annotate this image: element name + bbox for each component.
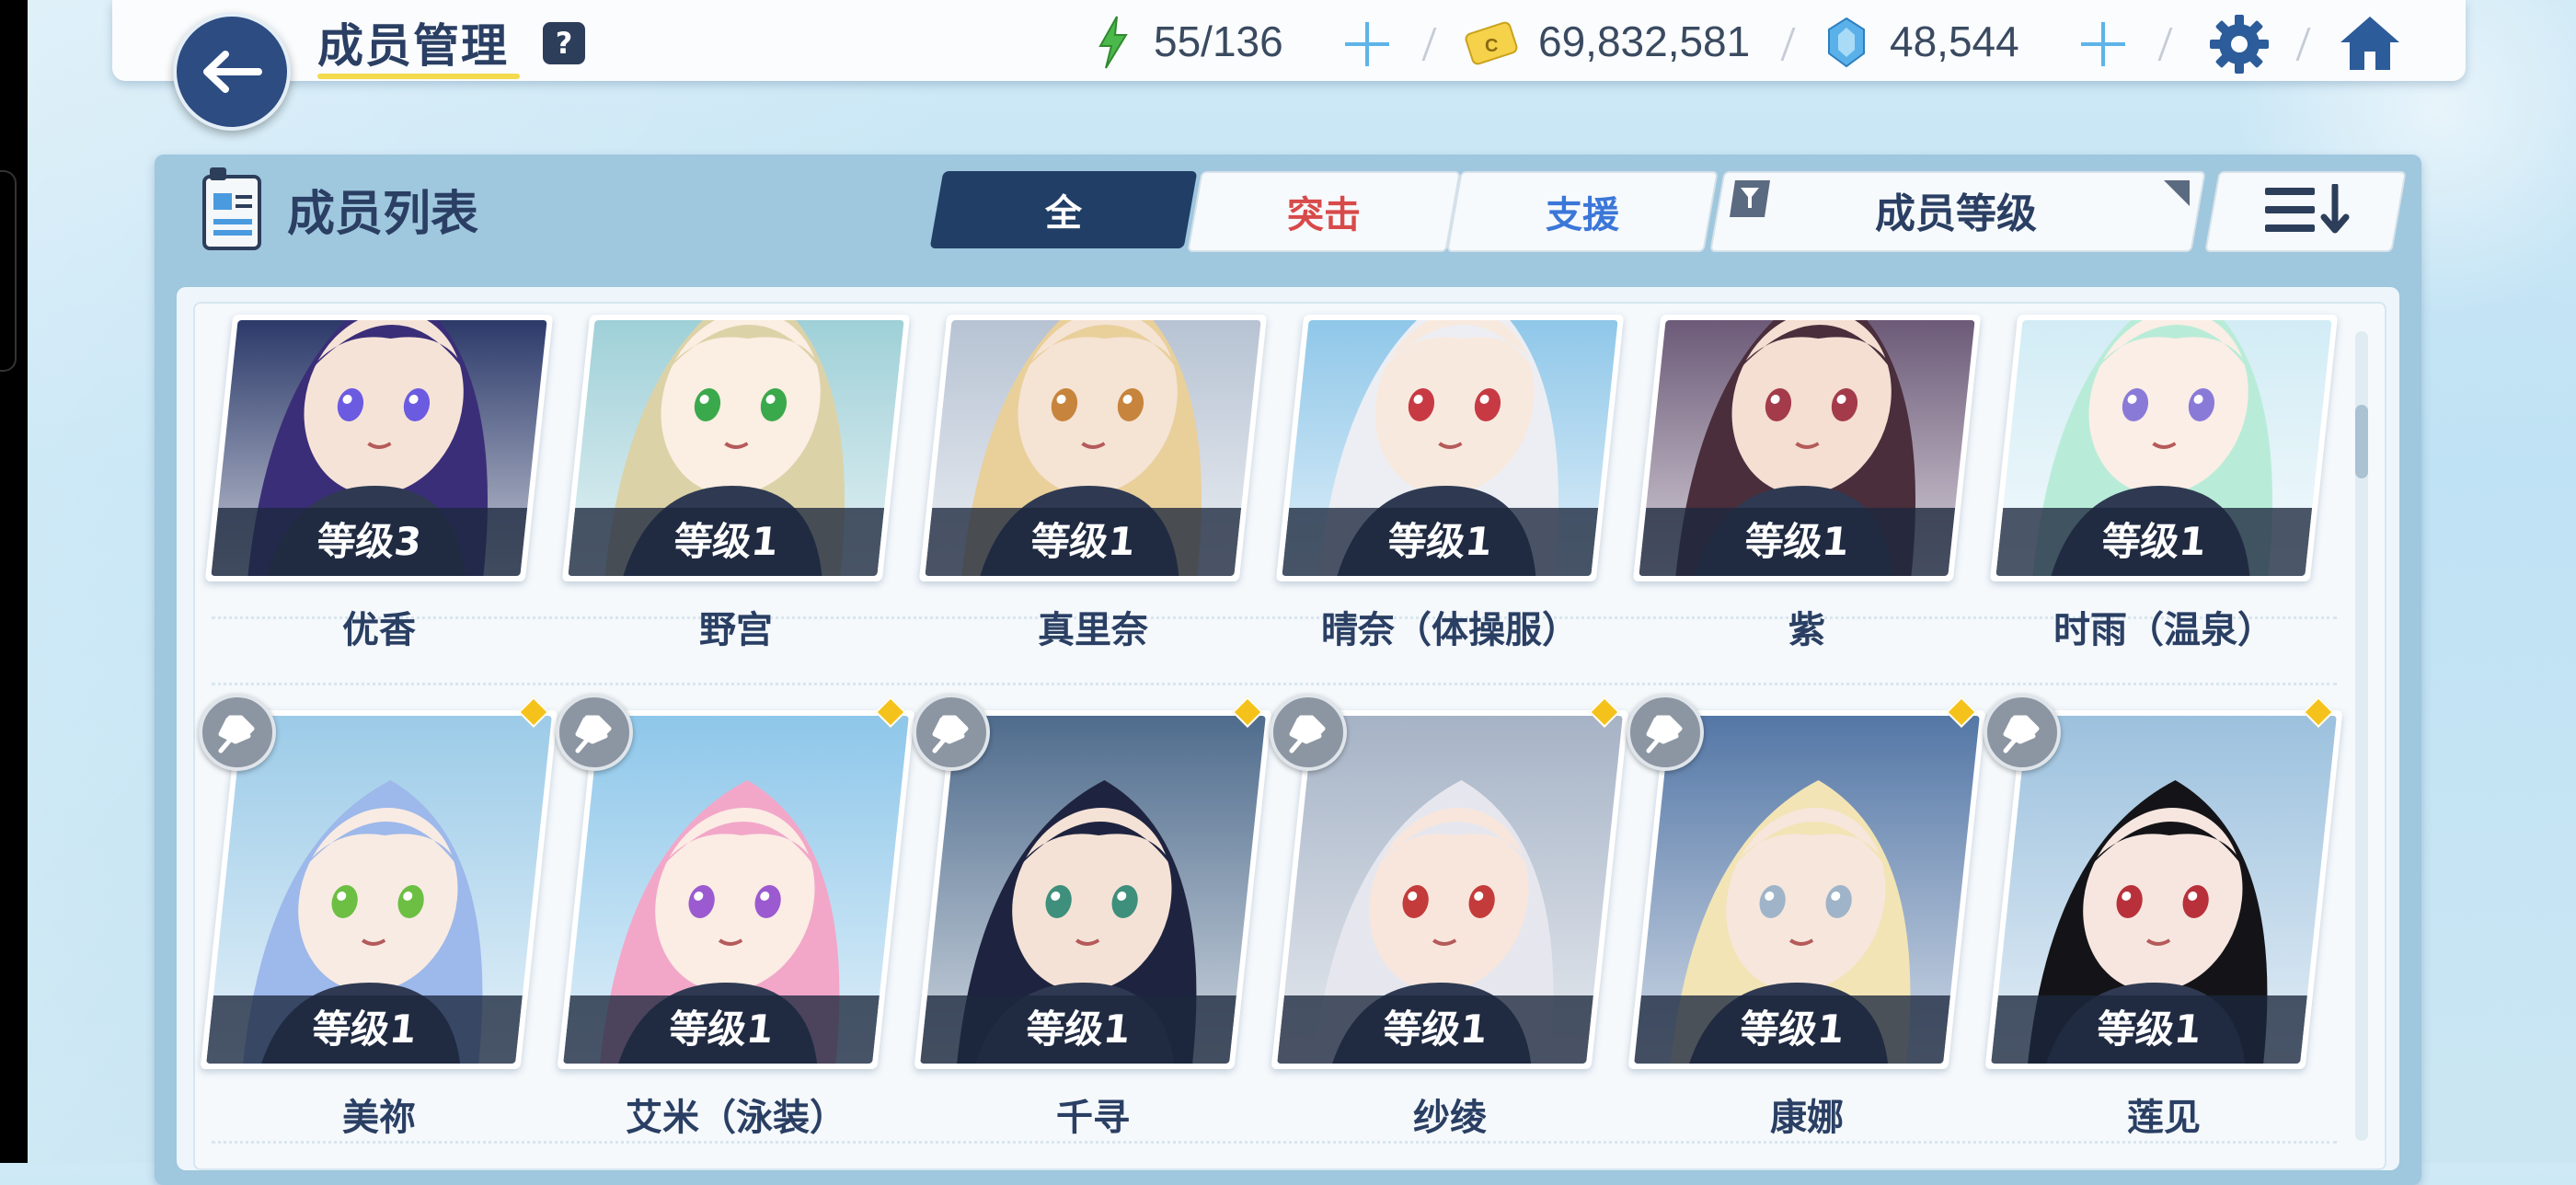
member-card[interactable]: 等级1 (918, 315, 1268, 581)
level-label: 等级3 (211, 508, 528, 576)
sort-label: 成员等级 (1875, 190, 2037, 237)
member-portrait: 等级1 (1277, 716, 1623, 1064)
title-underline (317, 74, 520, 79)
member-card[interactable]: 等级1 (1989, 315, 2339, 581)
scrollbar-thumb[interactable] (2355, 405, 2368, 478)
level-label: 等级1 (1995, 508, 2313, 576)
pin-button[interactable] (1984, 694, 2061, 771)
row-divider (212, 683, 2337, 685)
lightning-icon (1098, 16, 1128, 69)
member-portrait: 等级1 (1995, 320, 2332, 576)
member-name: 紫 (1788, 609, 1825, 651)
level-label: 等级1 (206, 995, 523, 1064)
member-portrait: 等级1 (1639, 320, 1975, 576)
sort-descending-icon (2265, 184, 2350, 234)
home-icon[interactable] (2335, 11, 2405, 75)
pin-icon (1646, 715, 1683, 754)
member-name: 晴奈（体操服） (1321, 609, 1579, 651)
pin-button[interactable] (1627, 694, 1704, 771)
member-portrait: 等级1 (563, 716, 909, 1064)
member-portrait: 等级1 (925, 320, 1261, 576)
member-portrait: 等级1 (1282, 320, 1618, 576)
arrow-left-icon (203, 51, 262, 93)
member-card[interactable]: 等级3 (204, 315, 554, 581)
member-name: 真里奈 (1038, 609, 1148, 651)
card-frame: 等级1 (561, 315, 911, 581)
add-stamina-button[interactable] (1341, 18, 1393, 70)
stamina-value: 55/136 (1154, 17, 1283, 65)
pin-icon (218, 715, 255, 754)
pin-icon (575, 715, 612, 754)
tab-striker-label: 突击 (1287, 194, 1361, 236)
member-name: 时雨（温泉） (2053, 609, 2274, 651)
member-portrait: 等级1 (568, 320, 904, 576)
pin-icon (2003, 715, 2040, 754)
help-button[interactable]: ? (543, 22, 585, 64)
card-frame: 等级1 (1632, 315, 1982, 581)
tab-all-label: 全 (1045, 192, 1082, 235)
pin-icon (1289, 715, 1326, 754)
row-divider (212, 1141, 2337, 1144)
member-card[interactable]: 等级1 (1632, 315, 1982, 581)
member-name: 艾米（泳装） (626, 1097, 846, 1139)
pin-button[interactable] (1270, 694, 1347, 771)
pin-button[interactable] (199, 694, 276, 771)
member-portrait: 等级3 (211, 320, 547, 576)
member-name: 纱绫 (1413, 1097, 1487, 1139)
pin-icon (932, 715, 969, 754)
level-label: 等级1 (1282, 508, 1599, 576)
tab-special[interactable]: 支援 (1446, 171, 1719, 252)
member-portrait: 等级1 (920, 716, 1266, 1064)
level-label: 等级1 (925, 508, 1242, 576)
level-label: 等级1 (1639, 508, 1956, 576)
card-frame: 等级3 (204, 315, 554, 581)
gem-icon (1828, 17, 1865, 68)
gems-value: 48,544 (1890, 17, 2019, 65)
screen-notch (0, 170, 17, 372)
member-name: 莲见 (2127, 1097, 2201, 1139)
level-label: 等级1 (568, 508, 885, 576)
level-label: 等级1 (1991, 995, 2307, 1064)
member-list-title: 成员列表 (287, 187, 479, 242)
tab-all[interactable]: 全 (929, 171, 1198, 248)
level-label: 等级1 (1634, 995, 1950, 1064)
member-portrait: 等级1 (206, 716, 552, 1064)
gear-icon[interactable] (2206, 11, 2272, 77)
member-name: 野宫 (699, 609, 773, 651)
level-label: 等级1 (920, 995, 1236, 1064)
level-label: 等级1 (1277, 995, 1593, 1064)
member-name: 康娜 (1770, 1097, 1844, 1139)
svg-text:C: C (1485, 36, 1498, 56)
member-name: 千寻 (1056, 1097, 1130, 1139)
member-card[interactable]: 等级1 (561, 315, 911, 581)
member-name: 美祢 (342, 1097, 416, 1139)
card-frame: 等级1 (1989, 315, 2339, 581)
member-portrait: 等级1 (1634, 716, 1980, 1064)
tab-striker[interactable]: 突击 (1187, 171, 1461, 252)
member-card[interactable]: 等级1 (1275, 315, 1625, 581)
add-gems-button[interactable] (2077, 18, 2129, 70)
level-label: 等级1 (563, 995, 880, 1064)
card-frame: 等级1 (1275, 315, 1625, 581)
member-portrait: 等级1 (1991, 716, 2337, 1064)
credits-value: 69,832,581 (1538, 17, 1751, 65)
pin-button[interactable] (556, 694, 633, 771)
pin-button[interactable] (913, 694, 990, 771)
page-title: 成员管理 (317, 19, 509, 73)
tab-special-label: 支援 (1546, 194, 1619, 236)
card-frame: 等级1 (918, 315, 1268, 581)
credit-icon: C (1465, 21, 1518, 65)
back-button[interactable] (173, 13, 291, 131)
member-list-icon (202, 167, 261, 250)
member-name: 优香 (342, 609, 416, 651)
